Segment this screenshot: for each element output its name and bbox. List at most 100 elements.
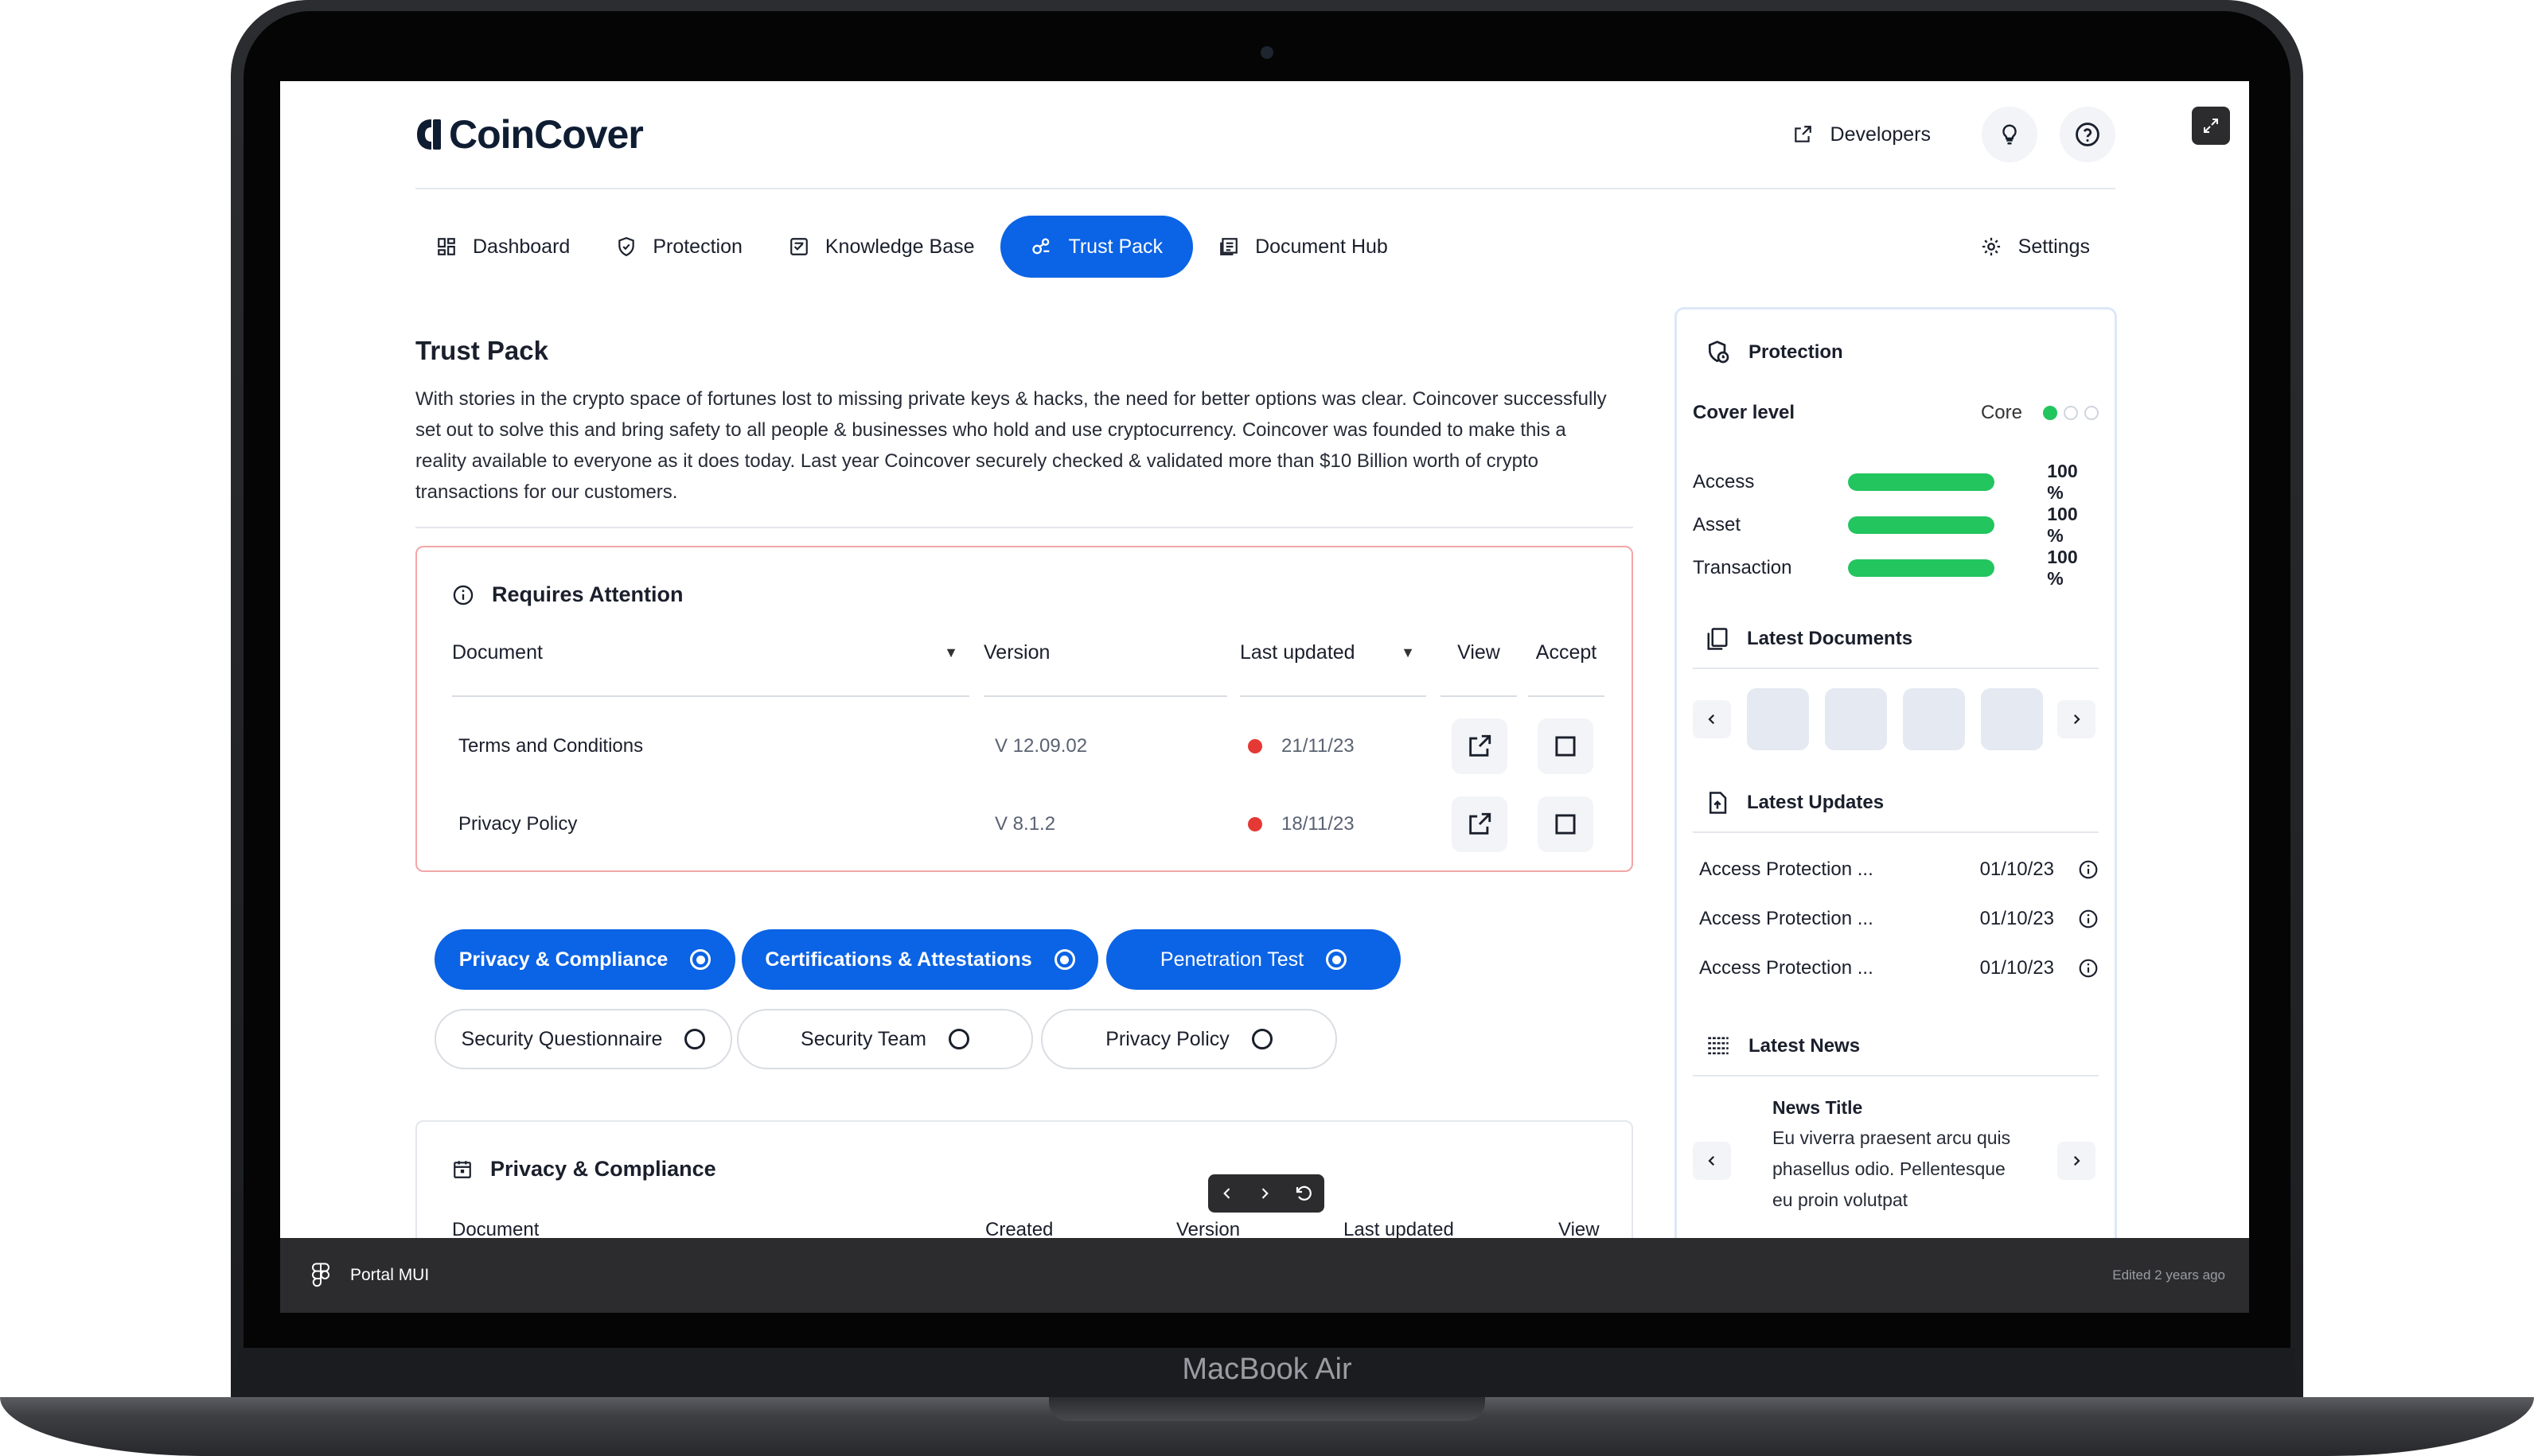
document-thumbnail[interactable] <box>1981 688 2043 750</box>
accept-checkbox[interactable] <box>1538 718 1593 774</box>
level-dot <box>2064 406 2078 420</box>
filter-chip-penetration-test[interactable]: Penetration Test <box>1106 929 1401 990</box>
cover-level-label: Cover level <box>1693 402 1795 423</box>
restart-icon[interactable] <box>1294 1184 1313 1203</box>
column-header-last-updated[interactable]: Last updated ▼ <box>1240 641 1426 697</box>
document-thumbnail[interactable] <box>1825 688 1887 750</box>
section-divider <box>1693 831 2099 833</box>
update-label: Access Protection ... <box>1699 908 1873 929</box>
column-header-document[interactable]: Document ▼ <box>452 641 969 697</box>
intro-divider <box>415 527 1633 528</box>
fullscreen-button[interactable] <box>2192 107 2230 145</box>
nav-label: Knowledge Base <box>825 235 975 258</box>
figma-file-name[interactable]: Portal MUI <box>350 1266 429 1285</box>
view-document-button[interactable] <box>1452 796 1507 852</box>
filter-chip-certifications[interactable]: Certifications & Attestations <box>742 929 1098 990</box>
nav-item-trust-pack[interactable]: Trust Pack <box>1000 216 1194 278</box>
prototype-pager <box>1208 1174 1324 1213</box>
radio-selected-icon <box>690 949 711 970</box>
protection-section-header: Protection <box>1706 340 1843 365</box>
document-thumbnail[interactable] <box>1747 688 1809 750</box>
metric-value: 100 % <box>2047 504 2078 546</box>
brand-logo[interactable]: CoinCover <box>415 111 644 158</box>
knowledge-icon <box>790 238 808 255</box>
filter-chip-security-team[interactable]: Security Team <box>737 1009 1033 1069</box>
chevron-right-icon[interactable] <box>1257 1185 1273 1201</box>
external-link-icon <box>1794 126 1811 142</box>
update-item[interactable]: Access Protection ... 01/10/23 <box>1699 957 2099 979</box>
info-icon[interactable] <box>2078 909 2099 929</box>
page-title: Trust Pack <box>415 336 548 365</box>
document-hub-icon <box>1220 238 1238 255</box>
figma-icon[interactable] <box>312 1263 329 1288</box>
developers-link[interactable]: Developers <box>1792 123 1931 146</box>
nav-item-protection[interactable]: Protection <box>595 216 763 278</box>
calendar-icon <box>454 1160 471 1178</box>
metric-progress-bar <box>1847 516 1995 534</box>
view-document-button[interactable] <box>1452 718 1507 774</box>
info-icon[interactable] <box>2078 958 2099 979</box>
nav-label: Dashboard <box>473 235 571 258</box>
requires-attention-header: Requires Attention <box>452 582 684 607</box>
radio-selected-icon <box>1054 949 1075 970</box>
nav-item-settings[interactable]: Settings <box>1959 216 2111 278</box>
last-updated-cell: 18/11/23 <box>1248 792 1355 856</box>
nav-item-dashboard[interactable]: Dashboard <box>415 216 591 278</box>
column-header-accept: Accept <box>1528 641 1604 697</box>
help-circle-icon <box>2076 123 2099 146</box>
metric-progress-fill <box>1847 473 1995 491</box>
sort-caret-icon: ▼ <box>944 644 958 660</box>
help-button[interactable] <box>2060 107 2115 162</box>
table-row: Privacy Policy V 8.1.2 18/11/23 <box>417 792 1632 856</box>
chip-label: Security Questionnaire <box>461 1027 663 1050</box>
nav-item-document-hub[interactable]: Document Hub <box>1198 216 1409 278</box>
chevron-left-icon[interactable] <box>1219 1185 1235 1201</box>
metric-row: Asset 100 % <box>1693 504 2099 547</box>
chip-label: Security Team <box>801 1027 926 1050</box>
documents-next-button[interactable] <box>2057 700 2095 738</box>
news-body: Eu viverra praesent arcu quis phasellus … <box>1772 1127 2011 1210</box>
info-icon[interactable] <box>2078 859 2099 880</box>
documents-prev-button[interactable] <box>1693 700 1731 738</box>
latest-updates-header: Latest Updates <box>1706 790 1884 816</box>
update-date: 01/10/23 <box>1979 858 2054 880</box>
cover-level-row: Cover level Core <box>1693 402 2099 424</box>
file-upload-icon <box>1709 792 1727 814</box>
column-header-label: View <box>1457 641 1500 664</box>
latest-news-title: Latest News <box>1748 1035 1861 1057</box>
nav-item-knowledge-base[interactable]: Knowledge Base <box>768 216 996 278</box>
privacy-compliance-title: Privacy & Compliance <box>490 1157 716 1181</box>
chip-label: Privacy Policy <box>1105 1027 1230 1050</box>
news-title: News Title <box>1772 1097 1863 1118</box>
document-thumbnail[interactable] <box>1903 688 1965 750</box>
news-prev-button[interactable] <box>1693 1142 1731 1180</box>
chevron-right-icon <box>2073 1155 2080 1166</box>
ideas-button[interactable] <box>1982 107 2037 162</box>
latest-documents-header: Latest Documents <box>1706 626 1912 652</box>
update-item[interactable]: Access Protection ... 01/10/23 <box>1699 858 2099 881</box>
metric-label: Asset <box>1693 514 1741 535</box>
latest-updates-title: Latest Updates <box>1747 792 1885 813</box>
header-divider <box>415 188 2115 189</box>
news-next-button[interactable] <box>2057 1142 2095 1180</box>
update-item[interactable]: Access Protection ... 01/10/23 <box>1699 908 2099 930</box>
column-header-label: Accept <box>1535 641 1597 664</box>
column-header-label: Version <box>984 641 1051 664</box>
news-icon <box>1708 1037 1729 1055</box>
sort-caret-icon: ▼ <box>1401 644 1415 660</box>
requires-attention-card: Requires Attention Document ▼ Version La… <box>415 546 1633 872</box>
settings-label: Settings <box>2017 235 2090 258</box>
cover-level-value: Core <box>1980 402 2022 423</box>
nav-label: Document Hub <box>1255 235 1388 258</box>
accept-checkbox[interactable] <box>1538 796 1593 852</box>
filter-chip-privacy-policy[interactable]: Privacy Policy <box>1041 1009 1337 1069</box>
section-divider <box>1693 668 2099 669</box>
checkbox-icon <box>1555 736 1576 757</box>
view-cell <box>1452 714 1507 778</box>
update-date: 01/10/23 <box>1979 957 2054 979</box>
brand-name: CoinCover <box>449 112 644 157</box>
cover-level-indicator <box>2043 406 2099 420</box>
filter-chip-security-questionnaire[interactable]: Security Questionnaire <box>435 1009 732 1069</box>
column-header-label: Document <box>452 641 543 664</box>
filter-chip-privacy-compliance[interactable]: Privacy & Compliance <box>435 929 735 990</box>
